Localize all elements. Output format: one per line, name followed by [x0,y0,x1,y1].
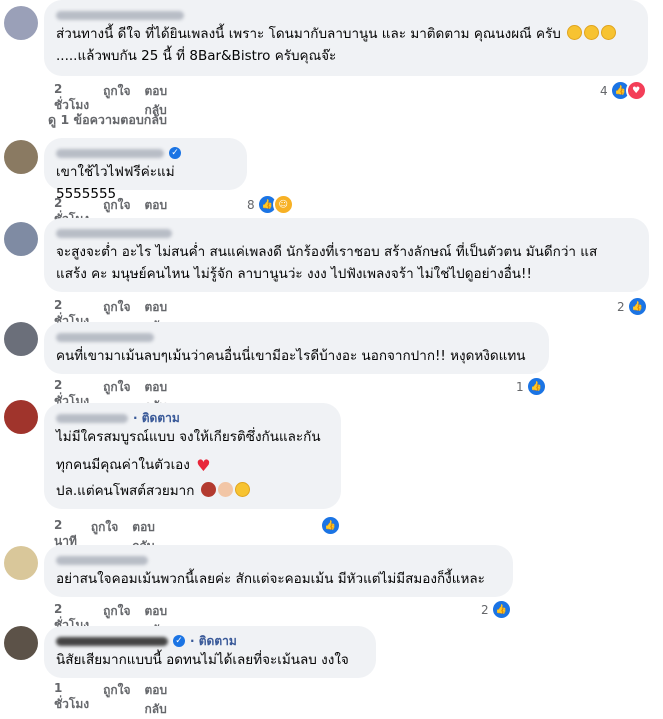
laughing-emoji-icon [567,25,583,40]
comment-text-line1: ไม่มีใครสมบูรณ์แบบ จงให้เกียรติซึ่งกันแล… [56,429,321,445]
follow-link[interactable]: · ติดตาม [133,409,180,428]
reaction-count: 4 [600,83,608,98]
author-row[interactable]: ✓ [56,145,235,161]
comment-text-line2: .....แล้วพบกัน 25 นี้ ที่ 8Bar&Bistro คร… [56,48,337,64]
comment-actions: 1 ชั่วโมง ถูกใจ ตอบกลับ [54,681,167,719]
author-name[interactable] [56,10,184,20]
author-row[interactable] [56,329,537,345]
heart-reaction-icon: ♥ [625,80,647,101]
reaction-count: 2 [617,299,625,314]
reaction-summary[interactable]: 1 👍 [516,376,547,397]
kissing-emoji-icon [234,482,250,497]
avatar[interactable] [4,322,38,356]
avatar[interactable] [4,400,38,434]
like-button[interactable]: ถูกใจ [103,681,130,719]
reaction-count: 1 [516,379,524,394]
like-reaction-icon: 👍 [490,599,512,620]
reaction-summary[interactable]: 8 👍 ☺ [247,194,294,215]
author-name[interactable] [56,555,148,565]
haha-reaction-icon: ☺ [272,194,294,215]
like-reaction-icon: 👍 [525,376,547,397]
laughing-emoji-icon [601,25,617,40]
avatar[interactable] [4,222,38,256]
comment-text: นิสัยเสียมากแบบนี้ อดทนไม่ได้เลยที่จะเม้… [56,652,349,668]
author-row[interactable] [56,552,501,568]
comment-bubble: ✓ เขาใช้ไวไฟฟรีค่ะแม่ 5555555 [44,138,247,202]
author-row[interactable] [56,7,636,23]
reply-button[interactable]: ตอบกลับ [145,681,168,719]
comment-text: คนที่เขามาเม้นลบๆเม้นว่าคนอื่นนี่เขามีอะ… [56,348,526,364]
reaction-summary[interactable]: 2 👍 [481,599,512,620]
reaction-count: 8 [247,197,255,212]
comment-text-line2: ทุกคนมีคุณค่าในตัวเอง [56,457,190,473]
view-replies-link[interactable]: ดู 1 ข้อความตอบกลับ [48,110,167,130]
avatar[interactable] [4,626,38,660]
reaction-summary[interactable]: 2 👍 [617,296,648,317]
author-row[interactable]: · ติดตาม [56,410,329,426]
reaction-count: 2 [481,602,489,617]
avatar[interactable] [4,546,38,580]
emoji-icon [200,482,216,497]
reaction-summary[interactable]: 👍 [320,515,341,536]
author-row[interactable] [56,225,637,241]
red-heart-emoji-icon: ♥ [196,456,211,475]
comment-bubble: ✓ · ติดตาม นิสัยเสียมากแบบนี้ อดทนไม่ได้เ… [44,626,376,678]
author-name[interactable] [56,228,172,238]
comment-text: จะสูงจะต่ำ อะไร ไม่สนค่ำ สนแค่เพลงดี นัก… [56,244,598,260]
comment-text-line2: แสร้ง คะ มนุษย์คนไหน ไม่รู้จัก ลาบานูนว่… [56,266,532,282]
avatar[interactable] [4,6,38,40]
laughing-emoji-icon [584,25,600,40]
like-reaction-icon: 👍 [626,296,648,317]
verified-badge-icon: ✓ [173,635,185,647]
like-reaction-icon: 👍 [320,515,341,536]
comment-bubble: คนที่เขามาเม้นลบๆเม้นว่าคนอื่นนี่เขามีอะ… [44,322,549,374]
timestamp[interactable]: 1 ชั่วโมง [54,681,89,719]
avatar[interactable] [4,140,38,174]
comment-bubble: จะสูงจะต่ำ อะไร ไม่สนค่ำ สนแค่เพลงดี นัก… [44,218,649,292]
clapping-emoji-icon [217,482,233,497]
comment-bubble: อย่าสนใจคอมเม้นพวกนี้เลยค่ะ สักแต่จะคอมเ… [44,545,513,597]
comment-text: ส่วนทางนี้ ดีใจ ที่ได้ยินเพลงนี้ เพราะ โ… [56,26,561,42]
author-name[interactable] [56,148,164,158]
author-name[interactable] [56,332,154,342]
comment-bubble: · ติดตาม ไม่มีใครสมบูรณ์แบบ จงให้เกียรติ… [44,403,341,509]
comment-text: อย่าสนใจคอมเม้นพวกนี้เลยค่ะ สักแต่จะคอมเ… [56,571,485,587]
comment-text-line3: ปล.แต่คนโพสต์สวยมาก [56,483,195,499]
follow-link[interactable]: · ติดตาม [190,632,237,651]
verified-badge-icon: ✓ [169,147,181,159]
reaction-summary[interactable]: 4 👍 ♥ [600,80,647,101]
author-name[interactable] [56,413,128,423]
author-row[interactable]: ✓ · ติดตาม [56,633,364,649]
author-name[interactable] [56,636,168,646]
comment-bubble: ส่วนทางนี้ ดีใจ ที่ได้ยินเพลงนี้ เพราะ โ… [44,0,648,76]
